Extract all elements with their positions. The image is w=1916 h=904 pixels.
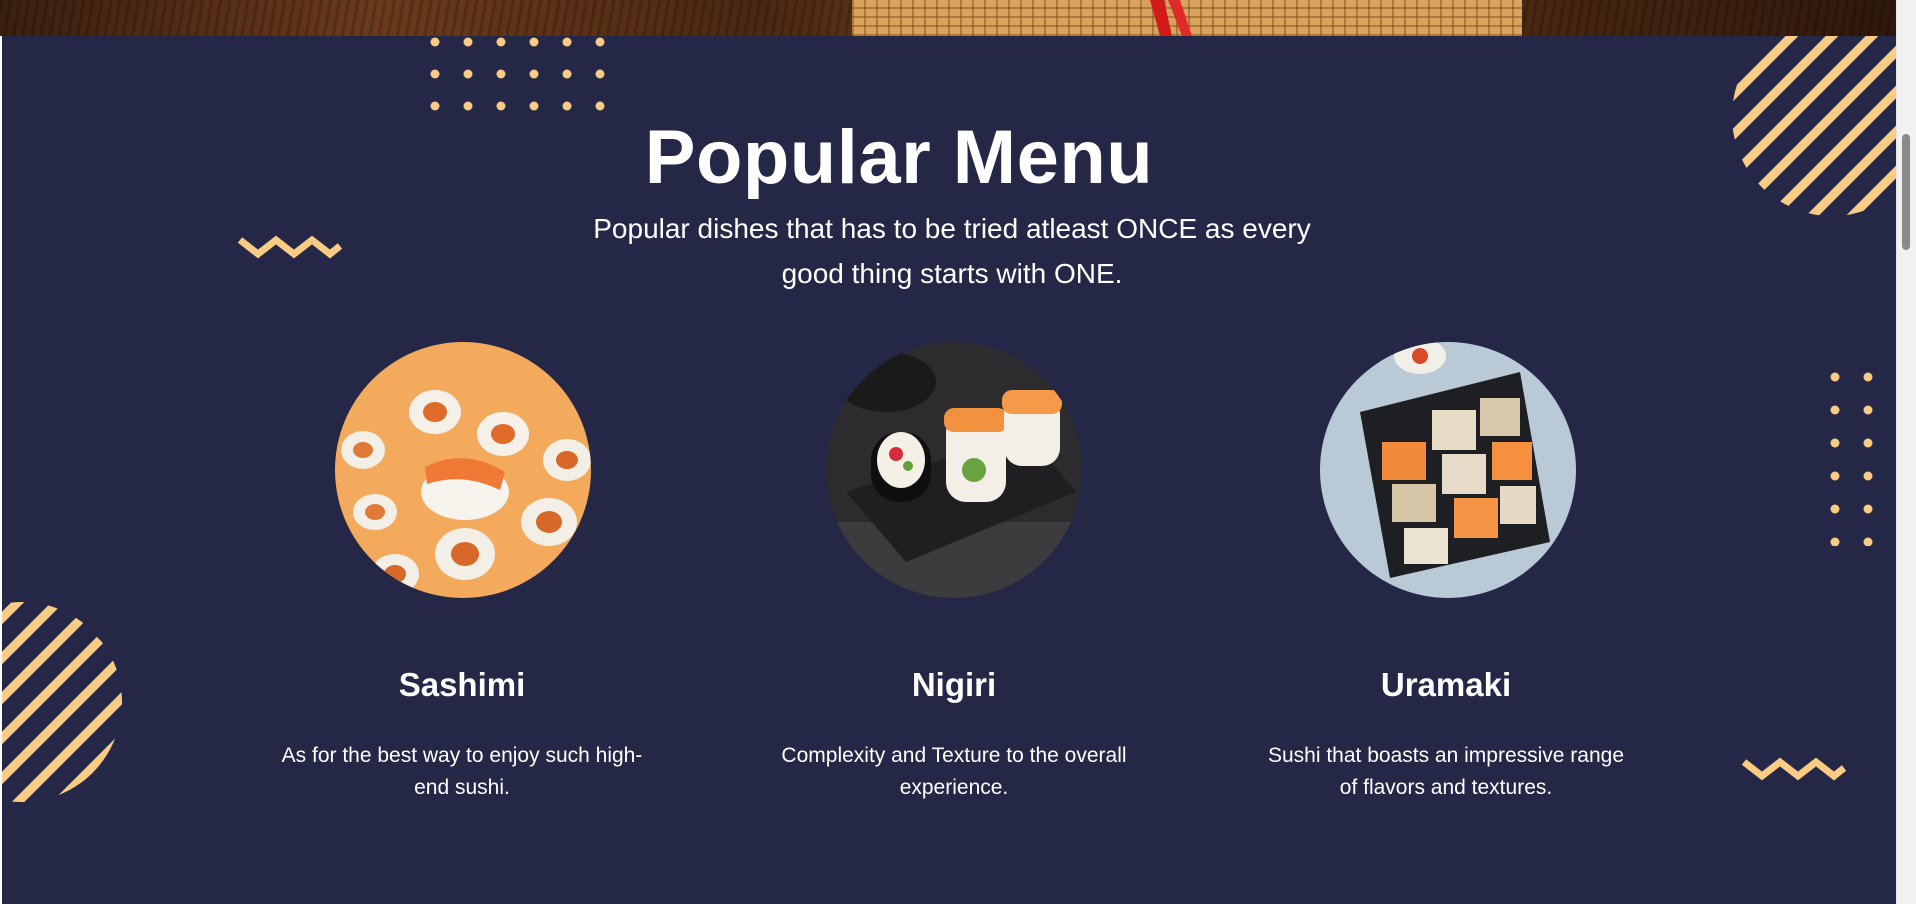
- zigzag-icon: [1741, 757, 1847, 781]
- menu-item-description: Complexity and Texture to the overall ex…: [781, 744, 1127, 799]
- nigiri-photo: [826, 342, 1082, 598]
- menu-card-uramaki[interactable]: Uramaki Sushi that boasts an impressive …: [1236, 342, 1656, 802]
- scrollbar-thumb[interactable]: [1902, 134, 1910, 250]
- uramaki-photo: [1320, 342, 1576, 598]
- menu-card-nigiri[interactable]: Nigiri Complexity and Texture to the ove…: [744, 342, 1164, 802]
- menu-card-sashimi[interactable]: Sashimi As for the best way to enjoy suc…: [252, 342, 672, 802]
- menu-item-description: Sushi that boasts an impressive range of…: [1267, 744, 1625, 799]
- page: Popular Menu Popular dishes that has to …: [0, 0, 1916, 904]
- menu-item-name: Nigiri: [911, 666, 997, 703]
- menu-item-name: Sashimi: [398, 666, 526, 703]
- sashimi-photo: [335, 342, 591, 598]
- section-subtitle: Popular dishes that has to be tried atle…: [593, 213, 1311, 289]
- striped-circle-icon: [2, 602, 122, 802]
- dot-grid-icon: [1830, 372, 1873, 546]
- section-title: Popular Menu: [644, 115, 1154, 200]
- scrollbar[interactable]: [1896, 0, 1916, 904]
- popular-menu-section: Popular Menu Popular dishes that has to …: [2, 36, 1896, 904]
- dot-grid-icon: [430, 37, 605, 111]
- menu-item-name: Uramaki: [1380, 666, 1512, 703]
- chopsticks-image: [1150, 0, 1192, 36]
- zigzag-icon: [237, 235, 343, 259]
- hero-image-bottom-edge: [0, 0, 1896, 36]
- menu-item-description: As for the best way to enjoy such high-e…: [281, 744, 643, 799]
